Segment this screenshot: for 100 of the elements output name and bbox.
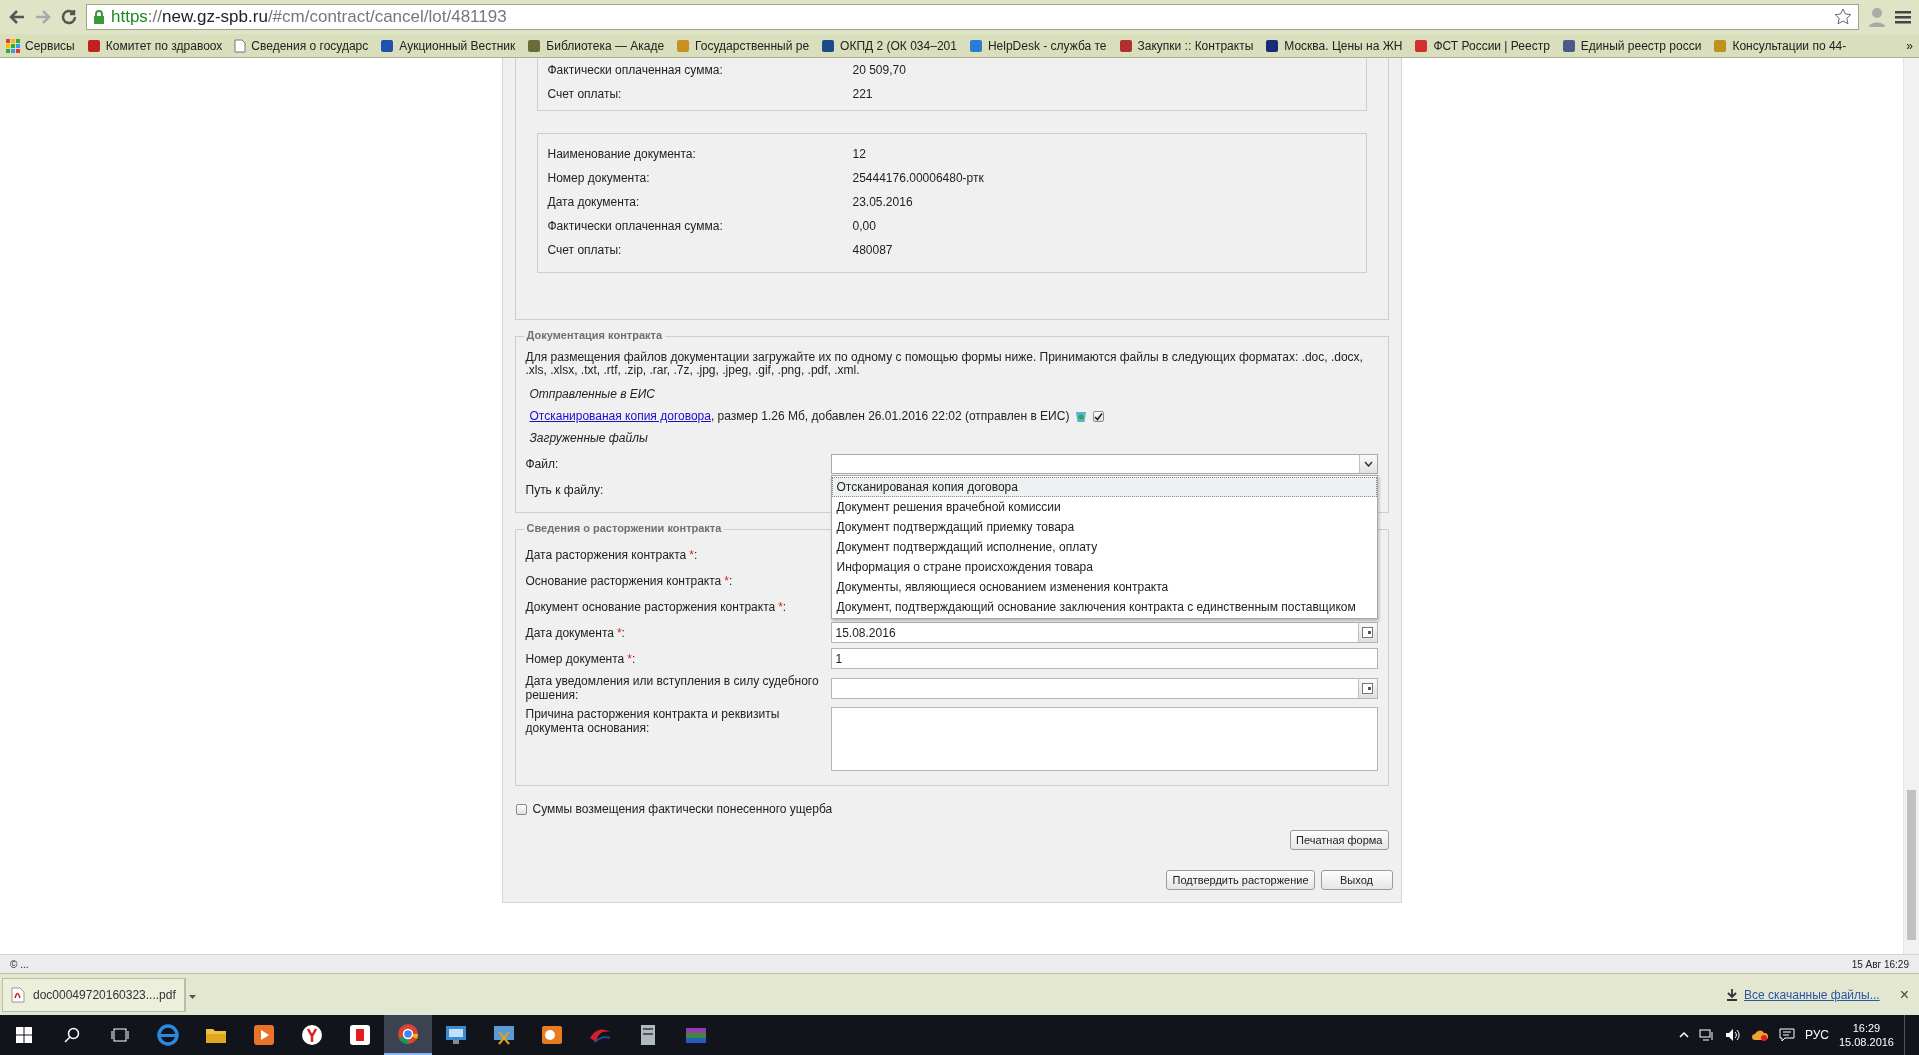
pdf-icon [11,986,25,1003]
mail-icon [541,1025,563,1045]
fieldset-legend: Документация контракта [523,329,666,341]
monitor-icon [445,1025,467,1045]
bookmark[interactable]: Аукционный Вестник [380,38,516,53]
site-icon [1561,38,1576,53]
folder-icon [205,1026,227,1044]
dropdown-option[interactable]: Документ, подтверждающий основание заключения контракта с единственным поставщиком [831,596,1377,617]
site-icon [1265,38,1280,53]
close-button[interactable]: × [1899,985,1909,1004]
screen-tools-icon [493,1025,515,1045]
dropdown-option[interactable]: Документ решения врачебной комиссии [831,496,1377,517]
fieldset-legend: Сведения о расторжении контракта [523,522,725,534]
more-bookmarks-button[interactable]: » [1906,38,1913,53]
info-value: 0,00 [852,219,877,233]
windows-icon [16,1027,32,1043]
task-view-icon [111,1028,129,1042]
field-label: Дата документа [525,625,614,640]
info-value: 20 509,70 [852,63,907,77]
calendar-button[interactable] [1357,678,1377,698]
text-field[interactable]: 1 [830,648,1378,669]
checkbox[interactable] [515,803,527,815]
site-icon [1713,38,1728,53]
field-label-colon: : [693,547,698,562]
bookmark[interactable]: Комитет по здравоох [86,38,223,53]
field-label-colon: : [728,573,733,588]
date-field[interactable]: 15.08.2016 [830,622,1378,643]
download-item[interactable]: doc00049720160323....pdf [2,977,185,1012]
field-label-colon: : [621,625,625,640]
cloud-icon[interactable] [1750,1028,1769,1042]
dropdown-button[interactable] [1358,454,1377,473]
required-mark: * [778,599,783,614]
download-icon [1726,988,1738,1001]
bookmark[interactable]: Сервисы [6,38,75,53]
dropdown-option[interactable]: Документы, являющиеся основанием изменения контракта [831,576,1377,597]
menu-icon[interactable] [1895,10,1911,24]
clock[interactable]: 16:29 15.08.2016 [1838,1021,1894,1049]
info-value: 221 [852,87,874,101]
dropdown-option[interactable]: Отсканированая копия договора [831,476,1377,497]
bookmark[interactable]: ОКПД 2 (ОК 034–201 [821,38,957,53]
bookmark[interactable]: Библиотека — Акаде [527,38,665,53]
browser-icon [301,1024,323,1046]
info-value: 23.05.2016 [852,195,914,209]
action-button[interactable]: Выход [1320,870,1393,890]
scrollbar[interactable] [1903,58,1919,954]
chevron-up-icon[interactable] [1678,1032,1689,1038]
info-label: Номер документа: [547,171,651,185]
calendar-button[interactable] [1357,623,1377,642]
print-form-button[interactable]: Печатная форма [1290,830,1389,850]
checkbox[interactable] [1093,410,1105,422]
required-mark: * [724,573,729,588]
field-label-colon: : [631,651,636,666]
calendar-icon [1362,682,1373,694]
language-indicator[interactable]: РУС [1804,1028,1829,1042]
site-icon [86,38,101,53]
star-icon[interactable] [1834,8,1852,26]
action-button[interactable]: Подтвердить расторжение [1166,870,1315,890]
field-label: Путь к файлу: [525,482,605,497]
caret-icon [188,995,196,999]
reload-icon[interactable] [60,8,78,26]
bookmark[interactable]: Закупки :: Контракты [1118,38,1254,53]
calendar-icon [1362,627,1373,638]
lock-icon [93,10,105,24]
bookmark[interactable]: Государственный ре [676,38,810,53]
info-label: Наименование документа: [547,147,697,161]
field-label: Причина расторжения контракта и реквизиты документа основания: [525,707,781,735]
bookmark[interactable]: Сведения о государс [234,38,369,53]
all-downloads-link[interactable]: Все скачанные файлы... [1726,987,1880,1002]
date-field[interactable] [830,677,1378,699]
recycle-bin-icon[interactable] [1075,409,1088,423]
page-icon [234,38,247,53]
required-mark: * [616,625,622,640]
chrome-icon [397,1023,419,1045]
copyright-text: © ... [10,958,29,970]
dropdown-option[interactable]: Документ подтверждащий исполнение, оплату [831,536,1377,557]
file-link[interactable]: Отсканированая копия договора [529,409,711,423]
bookmark[interactable]: Консультации по 44- [1713,38,1847,53]
field-label-colon: : [782,599,787,614]
dropdown-option[interactable]: Информация о стране происхождения товара [831,556,1377,577]
volume-icon[interactable] [1724,1028,1741,1042]
site-icon [676,38,691,53]
play-icon [254,1025,274,1045]
site-icon [1414,38,1429,53]
back-icon[interactable] [8,8,26,26]
dropdown-option[interactable]: Документ подтверждащий приемку товара [831,516,1377,537]
info-label: Счет оплаты: [547,243,623,257]
info-value: 480087 [852,243,894,257]
bookmark[interactable]: ФСТ России | Реестр [1414,38,1550,53]
bookmark[interactable]: HelpDesk - служба те [968,38,1107,53]
notification-icon[interactable] [1778,1028,1795,1042]
network-icon[interactable] [1698,1028,1715,1042]
field-label: Номер документа [525,651,625,666]
info-value: 25444176.00006480-ртк [852,171,985,185]
bookmark[interactable]: Москва. Цены на ЖН [1265,38,1403,53]
site-icon [1118,38,1133,53]
search-icon [64,1027,80,1043]
check-icon [1094,411,1104,421]
field-label: Дата расторжения контракта [525,547,687,562]
bookmark[interactable]: Единый реестр росси [1561,38,1702,53]
address-bar[interactable]: https://new.gz-spb.ru/#cm/contract/cancel/lot/481193 [86,4,1859,30]
